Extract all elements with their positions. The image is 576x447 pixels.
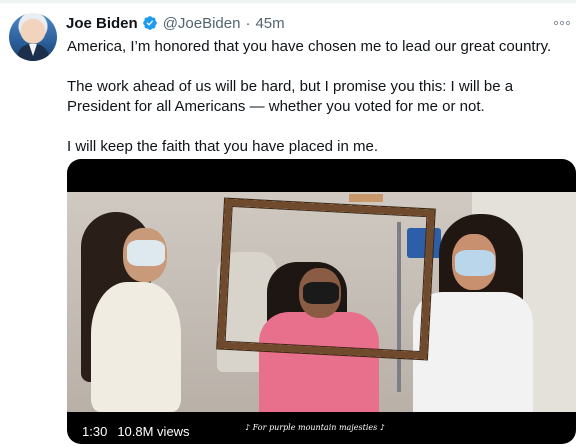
tweet-paragraph: I will keep the faith that you have plac… xyxy=(67,138,379,155)
face-mask xyxy=(127,240,165,266)
video-player[interactable]: 1:30 10.8M views ♪ For purple mountain m… xyxy=(67,159,576,444)
tweet-paragraph: America, I’m honored that you have chose… xyxy=(67,38,552,55)
picture-frame xyxy=(217,198,435,360)
author-handle[interactable]: @JoeBiden xyxy=(163,15,241,32)
right-person xyxy=(413,292,533,412)
time-separator: · xyxy=(245,14,251,32)
author-name[interactable]: Joe Biden xyxy=(66,15,138,32)
left-person xyxy=(91,282,181,412)
tweet-text: America, I’m honored that you have chose… xyxy=(67,37,567,157)
tweet-header: Joe Biden @JoeBiden · 45m xyxy=(66,13,285,33)
avatar[interactable] xyxy=(9,13,57,61)
top-divider xyxy=(0,0,576,3)
face-mask xyxy=(455,250,495,276)
video-caption: ♪ For purple mountain majesties ♪ xyxy=(245,423,385,432)
video-frame xyxy=(67,192,576,412)
video-duration: 1:30 xyxy=(82,423,108,439)
tweet-time[interactable]: 45m xyxy=(255,15,284,32)
tweet-paragraph: The work ahead of us will be hard, but I… xyxy=(67,78,514,115)
verified-badge-icon xyxy=(142,16,157,30)
video-views: 10.8M views xyxy=(117,423,190,439)
wall-decoration xyxy=(349,194,383,202)
video-stats: 1:30 10.8M views xyxy=(79,421,193,441)
more-horizontal-icon[interactable] xyxy=(552,13,572,33)
